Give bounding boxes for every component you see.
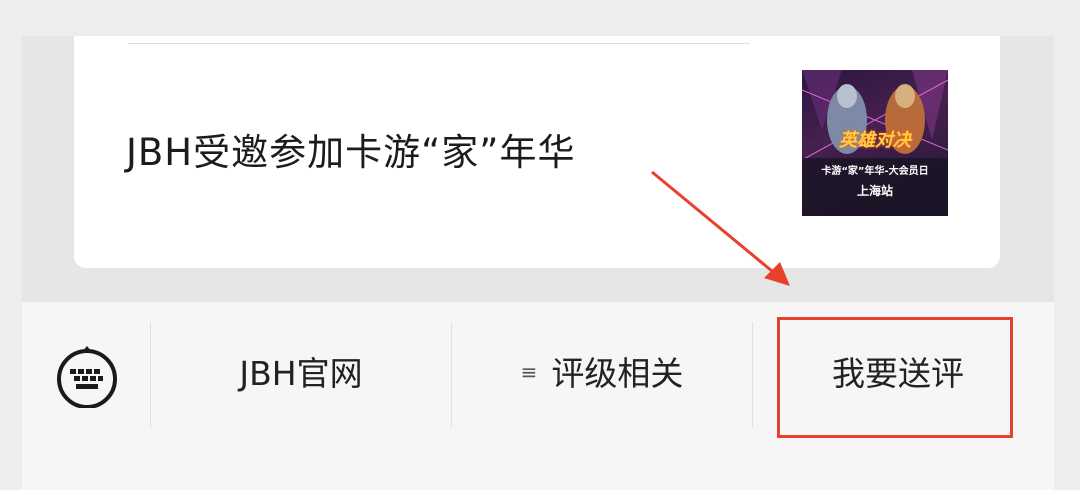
thumbnail-banner-text: 卡游“家”年华-大会员日 bbox=[821, 166, 929, 177]
thumbnail-logo-text: 英雄对决 bbox=[839, 130, 911, 151]
menu-item-jbh-official[interactable]: JBH官网 bbox=[151, 348, 451, 400]
menu-lines-icon: ≡ bbox=[520, 359, 538, 384]
article-title[interactable]: JBH受邀参加卡游“家”年华 bbox=[126, 122, 575, 176]
thumbnail-station-text: 上海站 bbox=[856, 184, 893, 198]
annotation-highlight-box bbox=[777, 317, 1013, 438]
keyboard-icon[interactable] bbox=[54, 342, 120, 408]
article-thumbnail[interactable]: 英雄对决 卡游“家”年华-大会员日 上海站 bbox=[802, 70, 948, 216]
card-divider bbox=[128, 43, 750, 44]
article-card[interactable]: JBH受邀参加卡游“家”年华 英雄对决 卡游“家”年华-大会员日 上海站 bbox=[74, 36, 1000, 268]
menu-item-label: 评级相关 bbox=[551, 354, 684, 393]
menu-item-label: JBH官网 bbox=[239, 354, 363, 393]
menu-item-grading[interactable]: ≡ 评级相关 bbox=[452, 348, 752, 400]
bottom-menu-bar: JBH官网 ≡ 评级相关 我要送评 bbox=[22, 302, 1054, 490]
